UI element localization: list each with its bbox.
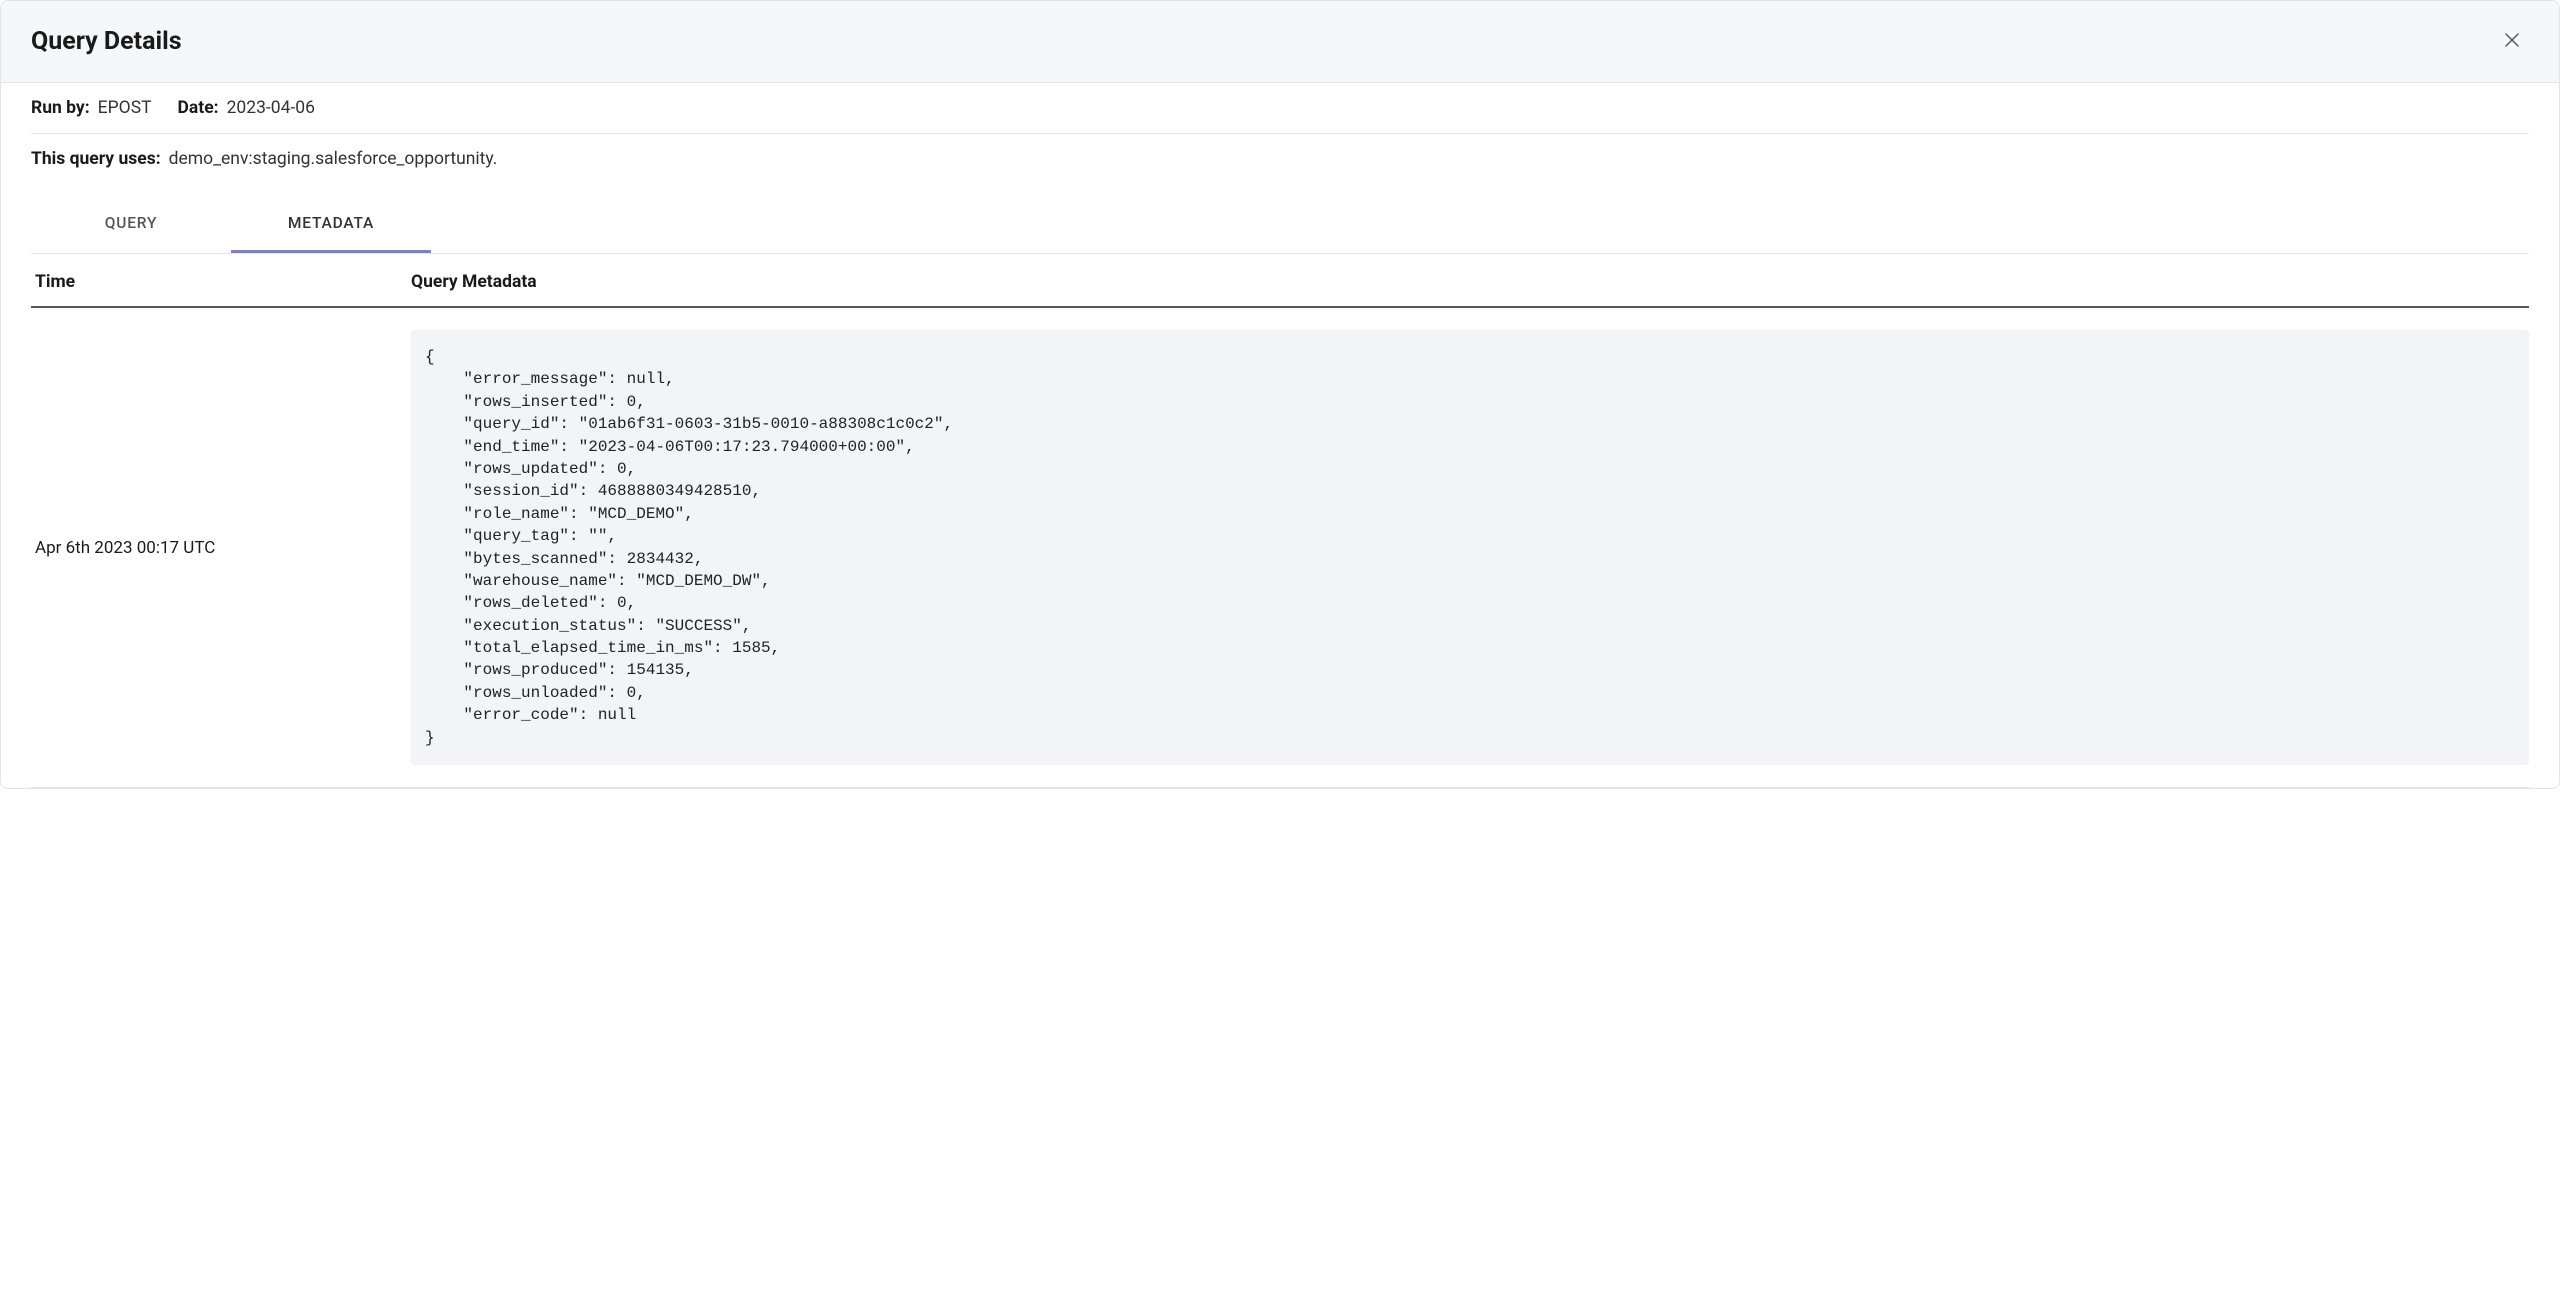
run-by-label: Run by: (31, 98, 90, 118)
close-icon (2501, 29, 2523, 54)
modal-body: Run by: EPOST Date: 2023-04-06 This quer… (1, 83, 2559, 788)
table-header-row: Time Query Metadata (31, 254, 2529, 308)
column-header-time: Time (31, 272, 411, 292)
query-details-modal: Query Details Run by: EPOST Date: 2023-0… (0, 0, 2560, 789)
tabs: QUERY METADATA (31, 196, 2529, 254)
date-value: 2023-04-06 (227, 98, 315, 118)
table-row: Apr 6th 2023 00:17 UTC { "error_message"… (31, 308, 2529, 788)
tab-query[interactable]: QUERY (31, 196, 231, 253)
modal-title: Query Details (31, 27, 182, 56)
tab-metadata[interactable]: METADATA (231, 196, 431, 253)
info-row-uses: This query uses: demo_env:staging.salesf… (31, 134, 2529, 184)
uses-value: demo_env:staging.salesforce_opportunity. (169, 149, 498, 169)
date-label: Date: (178, 98, 219, 118)
run-by-value: EPOST (98, 98, 152, 118)
close-button[interactable] (2495, 23, 2529, 60)
metadata-code-block: { "error_message": null, "rows_inserted"… (411, 330, 2529, 765)
modal-header: Query Details (1, 1, 2559, 83)
time-cell: Apr 6th 2023 00:17 UTC (31, 538, 411, 558)
column-header-metadata: Query Metadata (411, 272, 2529, 292)
info-row-run: Run by: EPOST Date: 2023-04-06 (31, 83, 2529, 134)
metadata-cell: { "error_message": null, "rows_inserted"… (411, 330, 2529, 765)
uses-label: This query uses: (31, 149, 161, 169)
